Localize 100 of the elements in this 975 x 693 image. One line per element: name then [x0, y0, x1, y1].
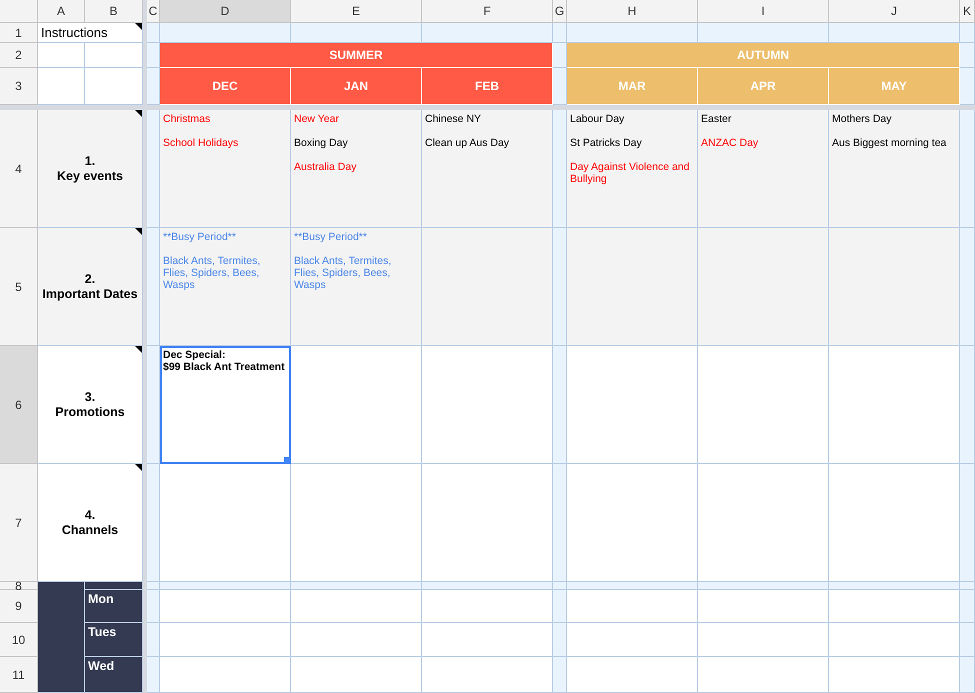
column-header[interactable]: C	[147, 0, 160, 23]
table-cell[interactable]	[147, 23, 160, 43]
table-cell[interactable]	[160, 590, 291, 623]
row-header[interactable]: 7	[0, 464, 38, 582]
column-header[interactable]: J	[829, 0, 960, 23]
table-cell[interactable]	[960, 43, 975, 68]
table-cell[interactable]	[960, 228, 975, 346]
table-cell[interactable]	[553, 346, 567, 464]
table-cell[interactable]	[829, 464, 960, 582]
table-cell[interactable]	[567, 346, 698, 464]
table-cell[interactable]: Labour Day St Patricks Day Day Against Violence and Bullying	[567, 110, 698, 228]
table-cell[interactable]	[553, 657, 567, 693]
table-cell[interactable]: Chinese NY Clean up Aus Day	[422, 110, 553, 228]
table-cell[interactable]	[291, 590, 422, 623]
table-cell[interactable]	[422, 228, 553, 346]
table-cell[interactable]	[698, 623, 829, 657]
row-header[interactable]: 5	[0, 228, 38, 346]
row-header[interactable]: 2	[0, 43, 38, 68]
table-cell[interactable]	[829, 590, 960, 623]
column-header[interactable]: F	[422, 0, 553, 23]
column-header[interactable]: I	[698, 0, 829, 23]
table-cell[interactable]	[960, 110, 975, 228]
table-cell[interactable]	[960, 346, 975, 464]
table-cell[interactable]	[829, 657, 960, 693]
table-cell[interactable]	[422, 346, 553, 464]
table-cell[interactable]	[147, 110, 160, 228]
table-cell[interactable]	[160, 623, 291, 657]
table-cell[interactable]	[829, 23, 960, 43]
table-cell[interactable]	[147, 590, 160, 623]
column-header[interactable]: E	[291, 0, 422, 23]
table-cell[interactable]	[147, 623, 160, 657]
table-cell[interactable]	[698, 590, 829, 623]
table-cell[interactable]: Christmas School Holidays	[160, 110, 291, 228]
table-cell[interactable]	[960, 623, 975, 657]
table-cell[interactable]	[567, 23, 698, 43]
table-cell[interactable]	[147, 657, 160, 693]
table-cell[interactable]	[960, 657, 975, 693]
table-cell[interactable]	[38, 43, 85, 68]
table-cell[interactable]	[829, 582, 960, 590]
table-cell[interactable]	[147, 582, 160, 590]
table-cell[interactable]	[553, 68, 567, 105]
table-cell[interactable]	[553, 110, 567, 228]
table-cell[interactable]	[698, 582, 829, 590]
table-cell[interactable]	[291, 582, 422, 590]
row-header[interactable]: 1	[0, 23, 38, 43]
table-cell[interactable]	[85, 68, 143, 105]
table-cell[interactable]	[553, 228, 567, 346]
table-cell[interactable]	[85, 43, 143, 68]
table-cell[interactable]	[291, 23, 422, 43]
table-cell[interactable]	[829, 228, 960, 346]
table-cell[interactable]	[698, 346, 829, 464]
column-header[interactable]: B	[85, 0, 143, 23]
day-cell[interactable]: Wed	[85, 657, 143, 693]
table-cell[interactable]	[160, 23, 291, 43]
table-cell[interactable]: Dec Special: $99 Black Ant Treatment	[160, 346, 291, 464]
table-cell[interactable]	[553, 43, 567, 68]
table-cell[interactable]	[147, 228, 160, 346]
table-cell[interactable]	[160, 582, 291, 590]
table-cell[interactable]	[960, 590, 975, 623]
column-header[interactable]: D	[160, 0, 291, 23]
table-cell[interactable]	[960, 464, 975, 582]
table-cell[interactable]: Easter ANZAC Day	[698, 110, 829, 228]
table-cell[interactable]	[698, 464, 829, 582]
table-cell[interactable]	[960, 68, 975, 105]
row-header[interactable]: 3	[0, 68, 38, 105]
table-cell[interactable]	[422, 657, 553, 693]
table-cell[interactable]	[422, 623, 553, 657]
table-cell[interactable]	[422, 582, 553, 590]
fill-handle[interactable]	[284, 457, 290, 463]
table-cell[interactable]	[567, 590, 698, 623]
table-cell[interactable]	[422, 590, 553, 623]
table-cell[interactable]	[291, 464, 422, 582]
table-cell[interactable]	[85, 582, 143, 590]
table-cell[interactable]	[553, 582, 567, 590]
table-cell[interactable]	[829, 623, 960, 657]
table-cell[interactable]	[422, 23, 553, 43]
table-cell[interactable]	[553, 464, 567, 582]
table-cell[interactable]	[698, 657, 829, 693]
table-cell[interactable]	[567, 623, 698, 657]
corner-cell[interactable]	[0, 0, 38, 23]
table-cell[interactable]	[553, 623, 567, 657]
row-header[interactable]: 10	[0, 623, 38, 657]
table-cell[interactable]	[160, 464, 291, 582]
table-cell[interactable]	[160, 657, 291, 693]
column-header[interactable]: K	[960, 0, 975, 23]
day-cell[interactable]: Tues	[85, 623, 143, 657]
day-cell[interactable]: Mon	[85, 590, 143, 623]
column-header[interactable]: G	[553, 0, 567, 23]
column-header[interactable]: H	[567, 0, 698, 23]
table-cell[interactable]	[553, 590, 567, 623]
table-cell[interactable]: New Year Boxing Day Australia Day	[291, 110, 422, 228]
table-cell[interactable]	[147, 346, 160, 464]
row-header[interactable]: 4	[0, 110, 38, 228]
table-cell[interactable]	[147, 464, 160, 582]
row-header[interactable]: 9	[0, 590, 38, 623]
week-cell[interactable]	[38, 582, 85, 693]
table-cell[interactable]	[567, 582, 698, 590]
table-cell[interactable]	[698, 23, 829, 43]
column-header[interactable]: A	[38, 0, 85, 23]
table-cell[interactable]	[553, 23, 567, 43]
